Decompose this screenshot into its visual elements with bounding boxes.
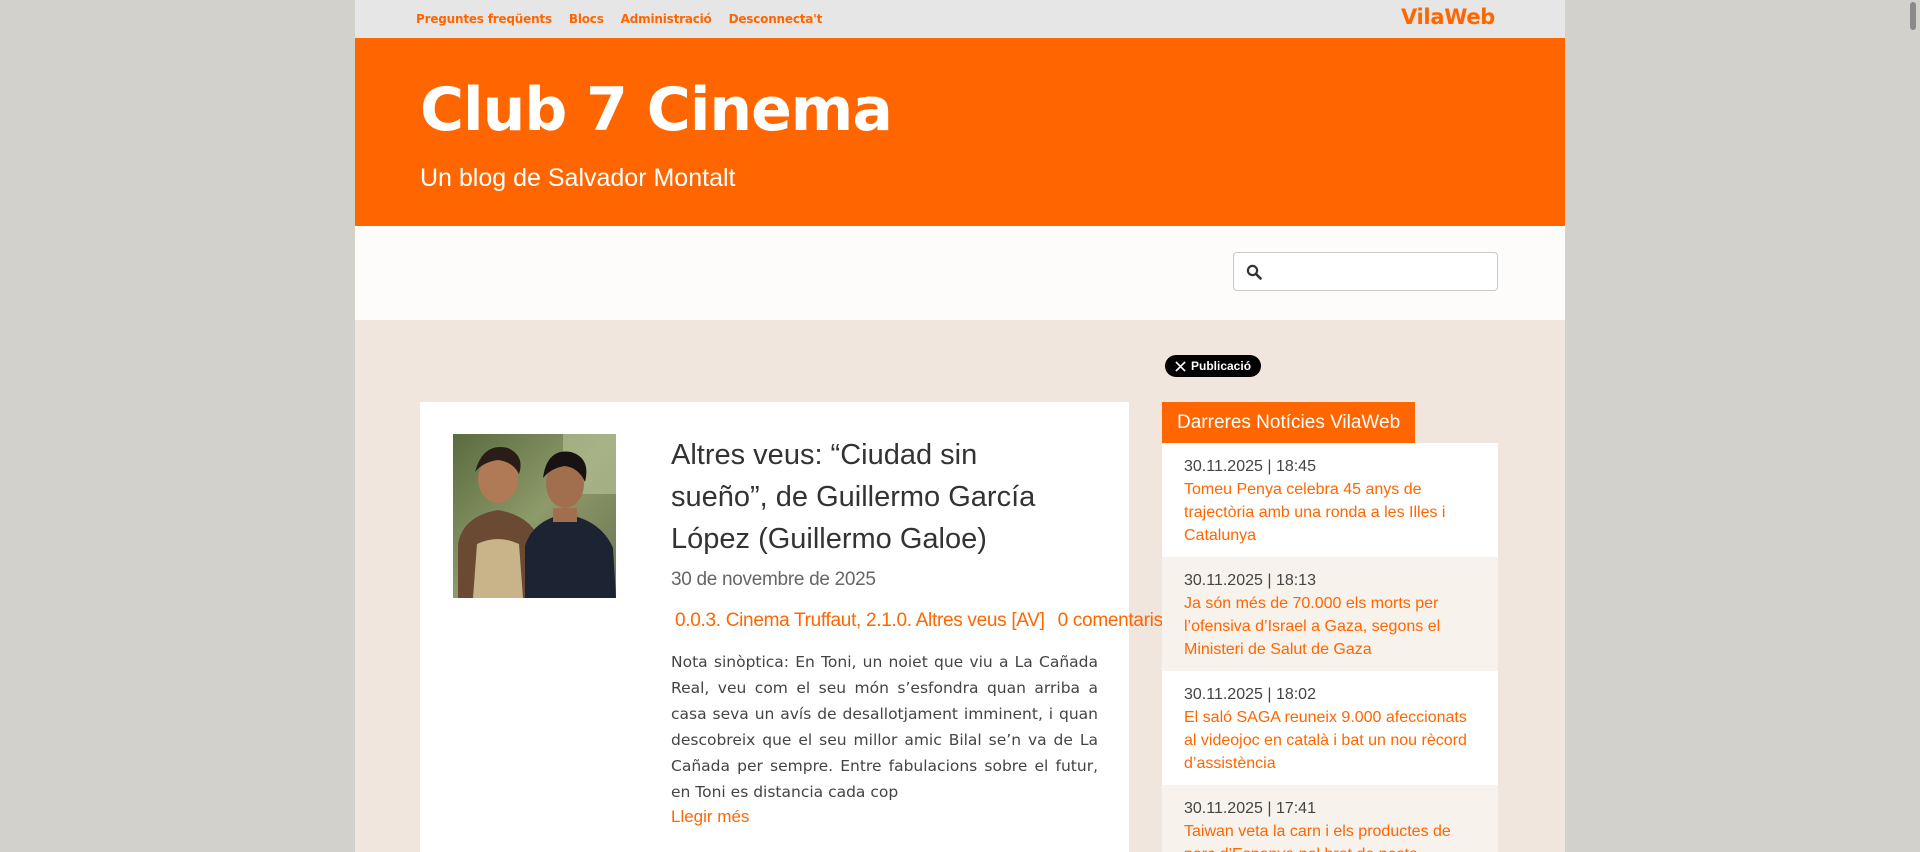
search-box[interactable]: [1233, 252, 1498, 291]
news-widget-heading: Darreres Notícies VilaWeb: [1162, 402, 1416, 443]
nav-blogs-link[interactable]: Blocs: [569, 12, 604, 26]
post-date: 30 de novembre de 2025: [671, 569, 876, 590]
search-band: [355, 226, 1565, 320]
news-item: 30.11.2025 | 18:02 El saló SAGA reuneix …: [1162, 671, 1498, 785]
vilaweb-logo[interactable]: VilaWeb: [1401, 5, 1495, 29]
post-card: Altres veus: “Ciudad sin sueño”, de Guil…: [420, 402, 1163, 852]
news-time: 30.11.2025 | 18:02: [1184, 686, 1316, 703]
read-more-link[interactable]: Llegir més: [671, 807, 749, 827]
x-logo-icon: [1175, 360, 1186, 372]
x-share-label: Publicació: [1191, 359, 1252, 373]
post-excerpt: Nota sinòptica: En Toni, un noiet que vi…: [671, 653, 1098, 801]
news-time: 30.11.2025 | 18:45: [1184, 458, 1316, 475]
post-thumbnail-image: [453, 434, 616, 598]
news-list: 30.11.2025 | 18:45 Tomeu Penya celebra 4…: [1162, 443, 1498, 852]
post-comments-link[interactable]: 0 comentaris: [1058, 610, 1163, 631]
news-time: 30.11.2025 | 18:13: [1184, 572, 1316, 589]
news-item: 30.11.2025 | 17:41 Taiwan veta la carn i…: [1162, 785, 1498, 852]
news-item: 30.11.2025 | 18:45 Tomeu Penya celebra 4…: [1162, 443, 1498, 557]
post-categories-link[interactable]: 0.0.3. Cinema Truffaut, 2.1.0. Altres ve…: [675, 610, 1045, 631]
top-bar: Preguntes freqüents Blocs Administració …: [355, 0, 1565, 38]
news-item: 30.11.2025 | 18:13 Ja són més de 70.000 …: [1162, 557, 1498, 671]
post-thumbnail[interactable]: [453, 434, 616, 598]
page-scrollbar[interactable]: [1905, 0, 1920, 852]
search-icon[interactable]: [1246, 264, 1262, 280]
nav-logout-link[interactable]: Desconnecta't: [729, 12, 823, 26]
search-input[interactable]: [1274, 259, 1493, 286]
news-time: 30.11.2025 | 17:41: [1184, 800, 1316, 817]
nav-admin-link[interactable]: Administració: [621, 12, 712, 26]
scrollbar-thumb[interactable]: [1910, 2, 1916, 30]
nav-faq-link[interactable]: Preguntes freqüents: [416, 12, 552, 26]
page: Preguntes freqüents Blocs Administració …: [355, 0, 1565, 852]
site-header: Club 7 Cinema Un blog de Salvador Montal…: [355, 38, 1565, 226]
news-title-link[interactable]: Taiwan veta la carn i els productes de p…: [1184, 820, 1478, 852]
top-nav: Preguntes freqüents Blocs Administració …: [416, 0, 822, 38]
x-share-button[interactable]: Publicació: [1165, 355, 1262, 377]
news-title-link[interactable]: Ja són més de 70.000 els morts per l’ofe…: [1184, 592, 1478, 661]
site-title[interactable]: Club 7 Cinema: [420, 75, 893, 145]
news-title-link[interactable]: El saló SAGA reuneix 9.000 afeccionats a…: [1184, 706, 1478, 775]
site-subtitle: Un blog de Salvador Montalt: [420, 164, 736, 192]
news-title-link[interactable]: Tomeu Penya celebra 45 anys de trajectòr…: [1184, 478, 1478, 547]
post-title[interactable]: Altres veus: “Ciudad sin sueño”, de Guil…: [671, 434, 1081, 560]
post-meta: 0.0.3. Cinema Truffaut, 2.1.0. Altres ve…: [675, 610, 1171, 632]
